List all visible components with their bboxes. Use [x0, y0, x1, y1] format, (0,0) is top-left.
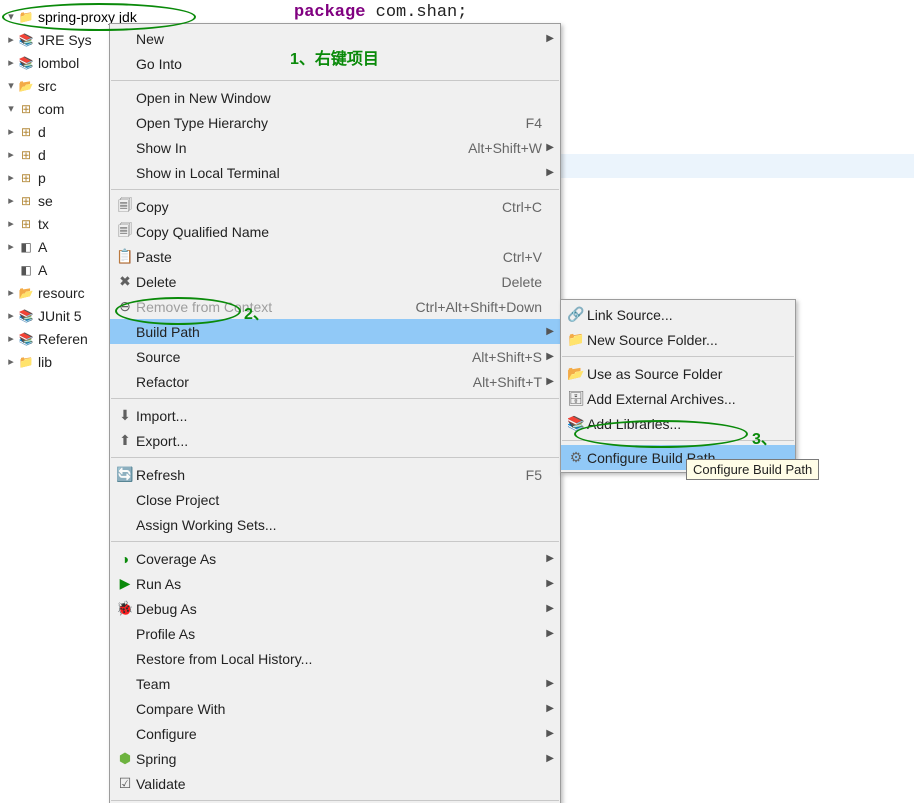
menu-show-in[interactable]: Show InAlt+Shift+W▶ [110, 135, 560, 160]
spring-icon: ⬢ [114, 750, 136, 767]
library-icon: 📚 [565, 415, 587, 432]
submenu-arrow-icon: ▶ [546, 376, 554, 387]
menu-show-local-terminal[interactable]: Show in Local Terminal▶ [110, 160, 560, 185]
context-menu: New▶ Go Into Open in New Window Open Typ… [109, 23, 561, 803]
menu-separator [111, 457, 559, 458]
package-icon: ⊞ [18, 125, 34, 141]
archive-icon: 🗄 [565, 390, 587, 407]
source-folder-icon: 📂 [18, 286, 34, 302]
menu-refresh[interactable]: 🔄RefreshF5 [110, 462, 560, 487]
menu-delete[interactable]: ✖DeleteDelete [110, 269, 560, 294]
source-folder-icon: 📂 [18, 79, 34, 95]
menu-close-project[interactable]: Close Project [110, 487, 560, 512]
menu-new[interactable]: New▶ [110, 26, 560, 51]
menu-separator [111, 80, 559, 81]
build-path-submenu: 🔗Link Source... 📁New Source Folder... 📂U… [560, 299, 796, 473]
submenu-arrow-icon: ▶ [546, 578, 554, 589]
menu-build-path[interactable]: Build Path▶ [110, 319, 560, 344]
library-icon: 📚 [18, 56, 34, 72]
code-keyword: package [294, 3, 365, 22]
package-icon: ⊞ [18, 194, 34, 210]
menu-export[interactable]: ⬆Export... [110, 428, 560, 453]
menu-copy[interactable]: 🗐CopyCtrl+C [110, 194, 560, 219]
menu-restore-history[interactable]: Restore from Local History... [110, 646, 560, 671]
menu-profile-as[interactable]: Profile As▶ [110, 621, 560, 646]
submenu-arrow-icon: ▶ [546, 142, 554, 153]
menu-debug-as[interactable]: 🐞Debug As▶ [110, 596, 560, 621]
menu-separator [562, 440, 794, 441]
xml-file-icon: ◧ [18, 263, 34, 279]
package-icon: ⊞ [18, 148, 34, 164]
folder-icon: 📁 [18, 355, 34, 371]
submenu-arrow-icon: ▶ [546, 33, 554, 44]
copy-icon: 🗐 [114, 220, 136, 244]
submenu-arrow-icon: ▶ [546, 753, 554, 764]
library-icon: 📚 [18, 309, 34, 325]
menu-validate[interactable]: ☑Validate [110, 771, 560, 796]
menu-spring[interactable]: ⬢Spring▶ [110, 746, 560, 771]
import-icon: ⬇ [114, 407, 136, 424]
menu-import[interactable]: ⬇Import... [110, 403, 560, 428]
menu-separator [111, 541, 559, 542]
submenu-link-source[interactable]: 🔗Link Source... [561, 302, 795, 327]
submenu-arrow-icon: ▶ [546, 728, 554, 739]
library-icon: 📚 [18, 332, 34, 348]
folder-plus-icon: 📁 [565, 331, 587, 348]
submenu-arrow-icon: ▶ [546, 351, 554, 362]
submenu-new-source-folder[interactable]: 📁New Source Folder... [561, 327, 795, 352]
menu-separator [111, 189, 559, 190]
submenu-arrow-icon: ▶ [546, 326, 554, 337]
menu-separator [111, 398, 559, 399]
validate-icon: ☑ [114, 775, 136, 792]
code-text: com.shan; [365, 3, 467, 22]
menu-copy-qualified[interactable]: 🗐Copy Qualified Name [110, 219, 560, 244]
submenu-arrow-icon: ▶ [546, 553, 554, 564]
package-icon: ⊞ [18, 217, 34, 233]
menu-run-as[interactable]: ▶Run As▶ [110, 571, 560, 596]
submenu-add-libraries[interactable]: 📚Add Libraries... [561, 411, 795, 436]
coverage-icon: ◑ [114, 551, 136, 567]
remove-icon: ⊖ [114, 298, 136, 315]
package-icon: ⊞ [18, 102, 34, 118]
submenu-arrow-icon: ▶ [546, 703, 554, 714]
submenu-arrow-icon: ▶ [546, 167, 554, 178]
package-icon: ⊞ [18, 171, 34, 187]
submenu-arrow-icon: ▶ [546, 603, 554, 614]
submenu-use-as-source-folder[interactable]: 📂Use as Source Folder [561, 361, 795, 386]
menu-configure[interactable]: Configure▶ [110, 721, 560, 746]
menu-separator [111, 800, 559, 801]
menu-coverage-as[interactable]: ◑Coverage As▶ [110, 546, 560, 571]
configure-icon: ⚙ [565, 449, 587, 466]
submenu-arrow-icon: ▶ [546, 628, 554, 639]
project-icon: 📁 [18, 10, 34, 26]
tooltip: Configure Build Path [686, 459, 819, 480]
menu-refactor[interactable]: RefactorAlt+Shift+T▶ [110, 369, 560, 394]
menu-paste[interactable]: 📋PasteCtrl+V [110, 244, 560, 269]
paste-icon: 📋 [114, 248, 136, 265]
submenu-arrow-icon: ▶ [546, 678, 554, 689]
submenu-add-external-archives[interactable]: 🗄Add External Archives... [561, 386, 795, 411]
link-icon: 🔗 [565, 306, 587, 323]
menu-assign-working-sets[interactable]: Assign Working Sets... [110, 512, 560, 537]
run-icon: ▶ [114, 575, 136, 592]
delete-icon: ✖ [114, 273, 136, 290]
menu-compare-with[interactable]: Compare With▶ [110, 696, 560, 721]
export-icon: ⬆ [114, 432, 136, 449]
refresh-icon: 🔄 [114, 466, 136, 483]
menu-team[interactable]: Team▶ [110, 671, 560, 696]
menu-remove-context: ⊖Remove from ContextCtrl+Alt+Shift+Down [110, 294, 560, 319]
java-file-icon: ◧ [18, 240, 34, 256]
copy-icon: 🗐 [114, 195, 136, 219]
menu-separator [562, 356, 794, 357]
menu-source[interactable]: SourceAlt+Shift+S▶ [110, 344, 560, 369]
menu-go-into[interactable]: Go Into [110, 51, 560, 76]
debug-icon: 🐞 [114, 600, 136, 617]
menu-open-type-hierarchy[interactable]: Open Type HierarchyF4 [110, 110, 560, 135]
menu-open-new-window[interactable]: Open in New Window [110, 85, 560, 110]
library-icon: 📚 [18, 33, 34, 49]
source-folder-icon: 📂 [565, 365, 587, 382]
